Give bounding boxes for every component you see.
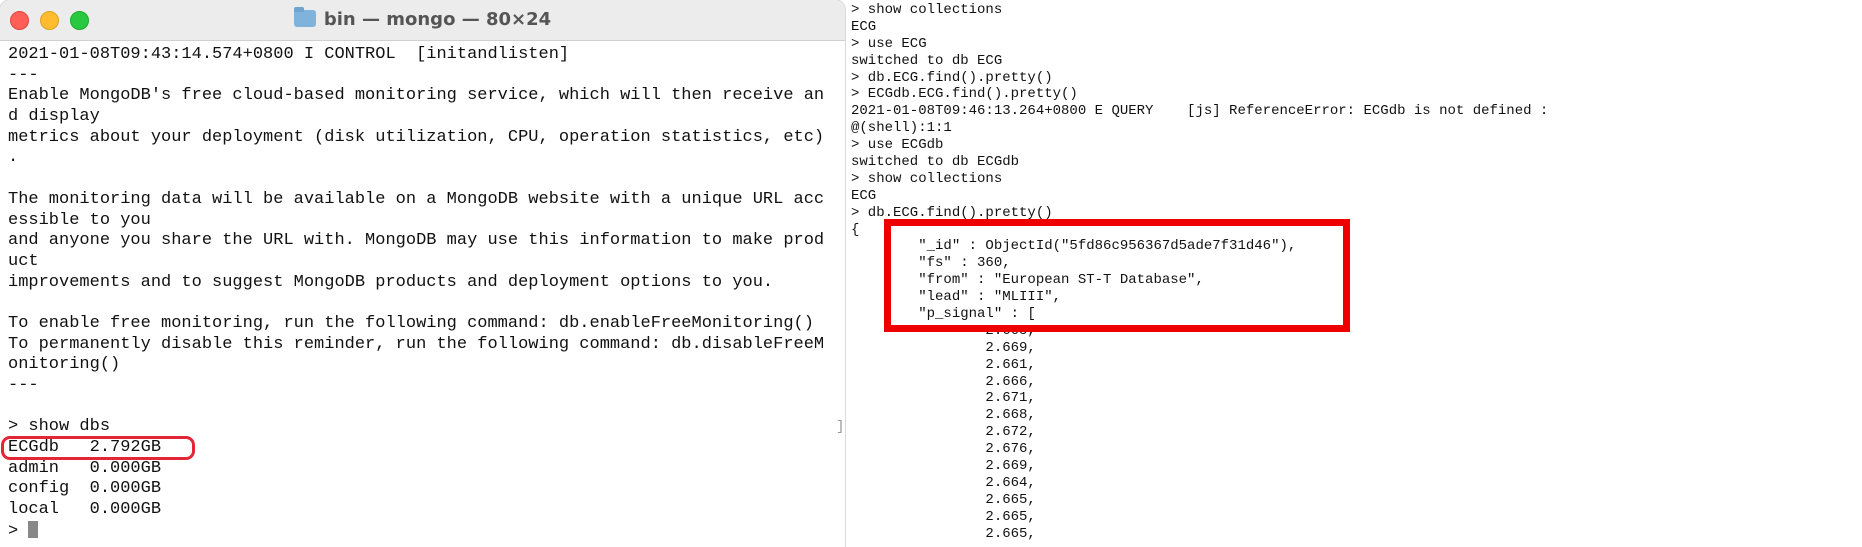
output-line: switched to db ECG (851, 52, 1003, 69)
output-line: 2.671, (851, 390, 1036, 407)
terminal-line: config 0.000GB (8, 479, 162, 499)
output-line: @(shell):1:1 (851, 120, 952, 137)
terminal-line: --- (8, 376, 39, 395)
output-line: 2.669, (851, 339, 1036, 356)
output-line: 2.668, (851, 407, 1036, 424)
terminal-line: d display (8, 107, 100, 127)
terminal-line: local 0.000GB (8, 500, 162, 520)
terminal-line: 2021-01-08T09:43:14.574+0800 I CONTROL [… (8, 45, 570, 64)
terminal-line: To permanently disable this reminder, ru… (8, 334, 825, 354)
output-line: 2.664, (851, 474, 1036, 491)
terminal-line: The monitoring data will be available on… (8, 189, 825, 209)
terminal-line: > show dbs (8, 417, 111, 437)
terminal-line: improvements and to suggest MongoDB prod… (8, 272, 774, 292)
output-line: 2.672, (851, 424, 1036, 441)
prompt-line[interactable]: > (8, 520, 838, 542)
terminal-line: admin 0.000GB (8, 458, 162, 478)
terminal-line: --- (8, 65, 39, 85)
output-line: ECG (851, 18, 877, 35)
output-line: 2.661, (851, 356, 1036, 373)
terminal-line: To enable free monitoring, run the follo… (8, 313, 814, 333)
terminal-line: and anyone you share the URL with. Mongo… (8, 231, 825, 251)
terminal-window: bin — mongo — 80×24 2021-01-08T09:43:14.… (0, 0, 845, 547)
title-bar[interactable]: bin — mongo — 80×24 (0, 0, 845, 41)
terminal-line: essible to you (8, 210, 151, 230)
output-line: 2021-01-08T09:46:13.264+0800 E QUERY [js… (851, 103, 1549, 120)
output-line: ECG (851, 187, 877, 204)
output-line: 2.665, (851, 525, 1036, 542)
output-line: 2.676, (851, 441, 1036, 458)
window-title-text: bin — mongo — 80×24 (323, 9, 552, 30)
output-line: 2.666, (851, 373, 1036, 390)
output-line: > db.ECG.find().pretty() (851, 69, 1053, 86)
folder-icon (293, 7, 316, 27)
terminal-line: onitoring() (8, 355, 121, 375)
output-line: 2.665, (851, 508, 1036, 525)
output-line: > ECGdb.ECG.find().pretty() (851, 86, 1078, 103)
terminal-output[interactable]: 2021-01-08T09:43:14.574+0800 I CONTROL [… (8, 45, 838, 542)
output-line: > show collections (851, 170, 1003, 187)
text-cursor (28, 520, 39, 538)
ecgdb-highlight-box (1, 436, 195, 460)
terminal-line: uct (8, 251, 39, 271)
document-highlight-box (884, 219, 1350, 332)
scroll-marker: ] (836, 419, 845, 435)
output-line: 2.669, (851, 458, 1036, 475)
terminal-line: Enable MongoDB's free cloud-based monito… (8, 86, 825, 106)
output-line: 2.665, (851, 491, 1036, 508)
terminal-line: metrics about your deployment (disk util… (8, 127, 825, 147)
window-title: bin — mongo — 80×24 (0, 0, 845, 40)
output-line: > use ECGdb (851, 137, 944, 154)
terminal-line: . (8, 148, 19, 168)
output-line: switched to db ECGdb (851, 154, 1020, 171)
output-line: > show collections (851, 2, 1003, 18)
prompt-symbol: > (8, 521, 29, 541)
output-line: > use ECG (851, 35, 927, 52)
